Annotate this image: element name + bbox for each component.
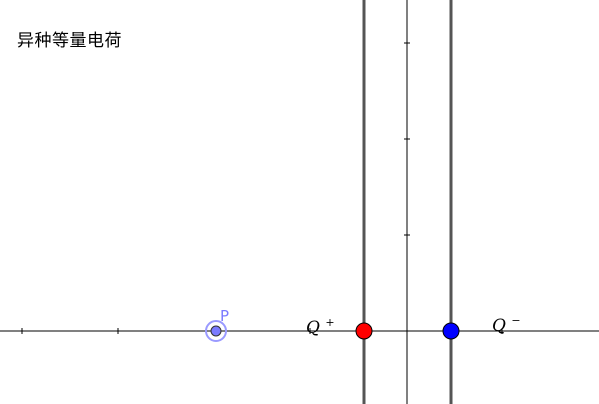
negative-charge[interactable]: [442, 322, 460, 340]
point-p[interactable]: [210, 325, 222, 337]
positive-charge[interactable]: [355, 322, 373, 340]
negative-charge-symbol: Q: [492, 316, 506, 336]
drawing-layer: P Q + Q −: [0, 0, 599, 404]
positive-charge-symbol: Q: [306, 318, 320, 338]
negative-charge-sign: −: [511, 314, 520, 327]
geometry-canvas[interactable]: 异种等量电荷 P Q + Q −: [0, 0, 599, 404]
point-p-label: P: [220, 307, 229, 325]
positive-charge-label: Q +: [306, 316, 335, 338]
negative-charge-label: Q −: [492, 314, 521, 336]
positive-charge-sign: +: [325, 316, 334, 329]
